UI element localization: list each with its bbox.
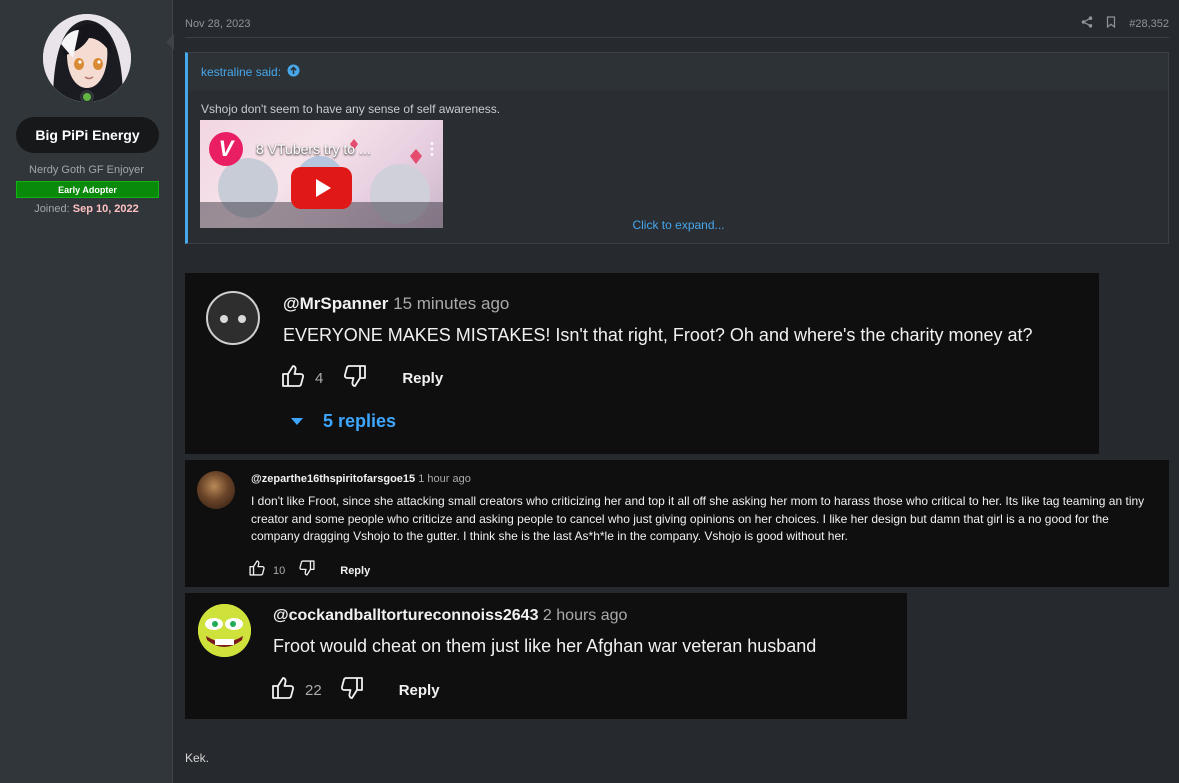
comment-handle[interactable]: @cockandballtortureconnoiss2643 [273, 607, 538, 624]
commenter-avatar-icon [197, 471, 235, 509]
post-number[interactable]: #28,352 [1129, 18, 1169, 30]
click-to-expand[interactable]: Click to expand... [188, 218, 1169, 232]
channel-logo-icon: V [209, 132, 243, 166]
thumbs-up-icon[interactable] [270, 675, 296, 706]
comment-time: 1 hour ago [418, 473, 471, 485]
bookmark-icon[interactable] [1105, 16, 1117, 31]
comment-handle[interactable]: @MrSpanner [283, 294, 388, 313]
user-title: Nerdy Goth GF Enjoyer [29, 164, 144, 176]
like-count: 4 [315, 370, 324, 387]
post-divider [185, 37, 1169, 38]
reply-button[interactable]: Reply [399, 682, 440, 699]
comment-text: Froot would cheat on them just like her … [273, 636, 817, 656]
youtube-comment-screenshot: @MrSpanner 15 minutes ago EVERYONE MAKES… [185, 273, 1099, 454]
comment-text: EVERYONE MAKES MISTAKES! Isn't that righ… [283, 325, 1033, 345]
thumbs-up-icon[interactable] [248, 559, 266, 582]
comment-time: 2 hours ago [542, 607, 628, 624]
play-button-icon[interactable] [291, 167, 352, 209]
joined-date: Sep 10, 2022 [72, 203, 139, 215]
share-icon[interactable] [1081, 16, 1093, 31]
user-avatar[interactable] [43, 14, 131, 104]
replies-count[interactable]: 5 replies [323, 411, 396, 432]
commenter-avatar-icon [206, 291, 260, 345]
anime-avatar-icon[interactable] [43, 14, 131, 102]
username[interactable]: Big PiPi Energy [16, 117, 159, 153]
user-sidebar: Big PiPi Energy Nerdy Goth GF Enjoyer Ea… [0, 0, 173, 783]
like-count: 10 [273, 564, 286, 577]
thumbs-down-icon[interactable] [298, 559, 316, 582]
quote-block: kestraline said: Vshojo don't seem to ha… [185, 52, 1169, 244]
caret-down-icon [291, 418, 303, 425]
comment-text: I don't like Froot, since she attacking … [251, 494, 1145, 543]
youtube-comment-screenshot: @zeparthe16thspiritofarsgoe15 1 hour ago… [185, 460, 1169, 587]
comment-time: 15 minutes ago [393, 294, 510, 313]
quote-jump-icon[interactable] [287, 64, 300, 80]
joined-label: Joined: [34, 203, 70, 215]
post-date[interactable]: Nov 28, 2023 [185, 18, 250, 30]
quote-author[interactable]: kestraline said: [201, 65, 281, 79]
thumbs-down-icon[interactable] [342, 363, 368, 394]
comment-handle[interactable]: @zeparthe16thspiritofarsgoe15 [251, 473, 415, 485]
quote-text: Vshojo don't seem to have any sense of s… [201, 102, 501, 116]
post-actions: #28,352 [1081, 16, 1169, 31]
more-vert-icon[interactable]: ⋮ [424, 139, 440, 159]
post-closing-text: Kek. [185, 751, 210, 765]
replies-toggle[interactable]: 5 replies [291, 411, 396, 432]
joined-info: Joined: Sep 10, 2022 [0, 203, 173, 215]
quote-header: kestraline said: [188, 53, 1168, 91]
commenter-avatar-icon [198, 604, 251, 657]
video-title[interactable]: 8 VTubers try to ... [256, 141, 371, 157]
youtube-embed[interactable]: V 8 VTubers try to ... ⋮ [200, 120, 443, 228]
user-badge: Early Adopter [16, 181, 159, 198]
thumbs-down-icon[interactable] [339, 675, 365, 706]
post-arrow [166, 34, 174, 50]
reply-button[interactable]: Reply [402, 370, 443, 387]
youtube-comment-screenshot: @cockandballtortureconnoiss2643 2 hours … [185, 593, 907, 719]
online-status-icon [80, 90, 94, 104]
reply-button[interactable]: Reply [340, 565, 370, 577]
thumbs-up-icon[interactable] [280, 363, 306, 394]
like-count: 22 [305, 682, 322, 699]
